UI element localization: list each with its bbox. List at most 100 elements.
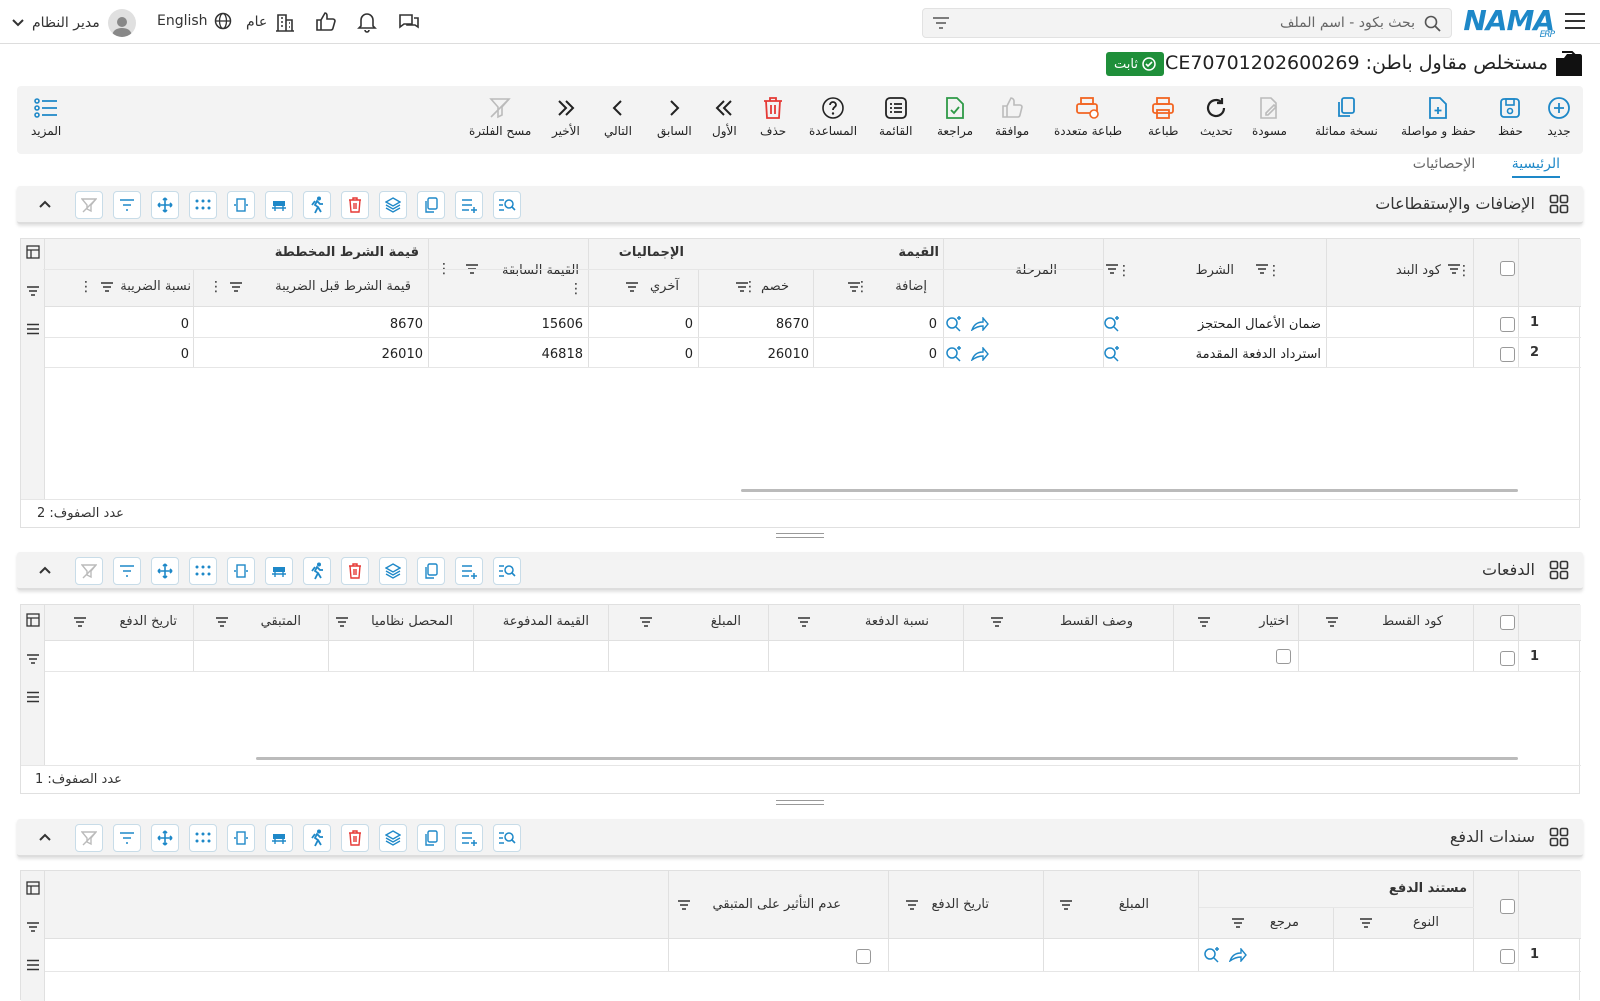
row-checkbox[interactable] [1500,651,1515,666]
lookup-icon[interactable] [945,316,963,332]
column-header-type[interactable]: النوع [1413,915,1439,930]
new-button[interactable]: جديد [1547,96,1571,146]
add-row-icon[interactable] [455,191,483,219]
lookup-icon[interactable] [1103,346,1121,362]
filter-icon[interactable] [1231,917,1245,929]
filter-icon[interactable] [625,281,639,293]
multi-print-button[interactable]: طباعة متعددة [1054,96,1122,146]
help-button[interactable]: المساعدة [809,96,857,146]
layers-icon[interactable] [379,824,407,852]
column-menu-icon[interactable]: ⋮ [1117,263,1131,279]
cell-before-tax[interactable]: 26010 [382,347,423,362]
column-header-reference[interactable]: مرجع [1270,915,1299,930]
column-menu-icon[interactable]: ⋮ [743,279,757,295]
column-menu-icon[interactable]: ⋮ [855,279,869,295]
collapse-chevron-up-icon[interactable] [35,560,55,580]
column-header-payment-rate[interactable]: نسبة الدفعة [865,614,929,629]
filter-icon[interactable] [100,281,114,293]
table-layout-icon[interactable] [265,191,293,219]
cell-condition[interactable]: ضمان الأعمال المحتجز [1198,317,1321,332]
filter-icon[interactable] [113,824,141,852]
last-button[interactable]: الأخير [552,96,580,146]
share-arrow-icon[interactable] [1229,948,1247,962]
table-layout-icon[interactable] [265,824,293,852]
filter-icon[interactable] [215,616,229,628]
cell-discount[interactable]: 8670 [776,317,809,332]
add-row-icon[interactable] [455,824,483,852]
move-icon[interactable] [151,191,179,219]
copy-icon[interactable] [417,557,445,585]
cell-tax-rate[interactable]: 0 [181,347,189,362]
table-settings-icon[interactable] [26,613,40,627]
menu-lines-icon[interactable] [26,323,40,335]
tab-main[interactable]: الرئيسية [1511,156,1560,178]
language-switcher[interactable]: English [157,12,232,30]
add-row-icon[interactable] [455,557,483,585]
table-layout-icon[interactable] [265,557,293,585]
move-icon[interactable] [151,824,179,852]
lookup-icon[interactable] [1103,316,1121,332]
search-input[interactable] [975,13,1415,33]
filter-icon[interactable] [229,281,243,293]
fit-columns-icon[interactable] [227,191,255,219]
refresh-button[interactable]: تحديث [1200,96,1233,146]
horizontal-scrollbar[interactable] [741,489,1518,492]
dots-grid-icon[interactable] [189,191,217,219]
cell-prev-value[interactable]: 46818 [542,347,583,362]
select-all-checkbox[interactable] [1500,899,1515,914]
cell-tax-rate[interactable]: 0 [181,317,189,332]
dots-grid-icon[interactable] [189,824,217,852]
column-header-other[interactable]: آخري [650,279,679,294]
column-header-installment-code[interactable]: كود القسط [1382,614,1443,629]
filter-icon[interactable] [1059,899,1073,911]
collapse-chevron-up-icon[interactable] [35,194,55,214]
dots-grid-icon[interactable] [189,557,217,585]
resize-handle[interactable] [776,533,824,538]
run-icon[interactable] [303,557,331,585]
filter-icon[interactable] [1325,616,1339,628]
share-arrow-icon[interactable] [971,347,989,361]
column-header-no-effect[interactable]: عدم التأثير على المتبقي [713,897,841,912]
column-header-before-tax[interactable]: قيمة الشرط قبل الضريبة [275,279,411,294]
menu-lines-icon[interactable] [26,959,40,971]
filter-icon[interactable] [113,191,141,219]
run-icon[interactable] [303,191,331,219]
move-icon[interactable] [151,557,179,585]
row-checkbox[interactable] [1500,949,1515,964]
no-effect-checkbox[interactable] [856,949,871,964]
trash-icon[interactable] [341,557,369,585]
clear-filter-icon[interactable] [75,824,103,852]
cell-prev-value[interactable]: 15606 [542,317,583,332]
fit-columns-icon[interactable] [227,557,255,585]
filter-icon[interactable] [905,899,919,911]
row-checkbox[interactable] [1500,347,1515,362]
column-menu-icon[interactable]: ⋮ [569,281,583,297]
column-header-installment-desc[interactable]: وصف القسط [1060,614,1133,629]
select-all-checkbox[interactable] [1500,261,1515,276]
user-menu[interactable]: مدير النظام [12,9,136,37]
column-header-stage[interactable]: المرحلة [1015,263,1057,278]
hamburger-menu-icon[interactable] [1564,12,1586,30]
column-header-tax-rate[interactable]: نسبة الضريبة [120,279,191,294]
delete-button[interactable]: حذف [760,96,786,146]
search-list-icon[interactable] [493,191,521,219]
cell-discount[interactable]: 26010 [768,347,809,362]
cell-before-tax[interactable]: 8670 [390,317,423,332]
copy-button[interactable]: نسخة مماثلة [1315,96,1378,146]
notification-bell-icon[interactable] [357,11,377,33]
column-header-condition[interactable]: الشرط [1196,263,1234,278]
trash-icon[interactable] [341,824,369,852]
column-header-addition[interactable]: إضافة [895,279,927,294]
column-header-collected[interactable]: المحصل نظاميا [371,614,453,629]
filter-icon[interactable] [1359,917,1373,929]
fit-columns-icon[interactable] [227,824,255,852]
column-header-item-code[interactable]: كود البند [1396,263,1441,278]
column-header-choice[interactable]: اختيار [1259,614,1289,629]
search-list-icon[interactable] [493,824,521,852]
column-header-amount[interactable]: المبلغ [711,614,741,629]
filter-icon[interactable] [639,616,653,628]
next-button[interactable]: التالي [604,96,632,146]
cell-condition[interactable]: استرداد الدفعة المقدمة [1196,347,1321,362]
trash-icon[interactable] [341,191,369,219]
previous-button[interactable]: السابق [657,96,692,146]
